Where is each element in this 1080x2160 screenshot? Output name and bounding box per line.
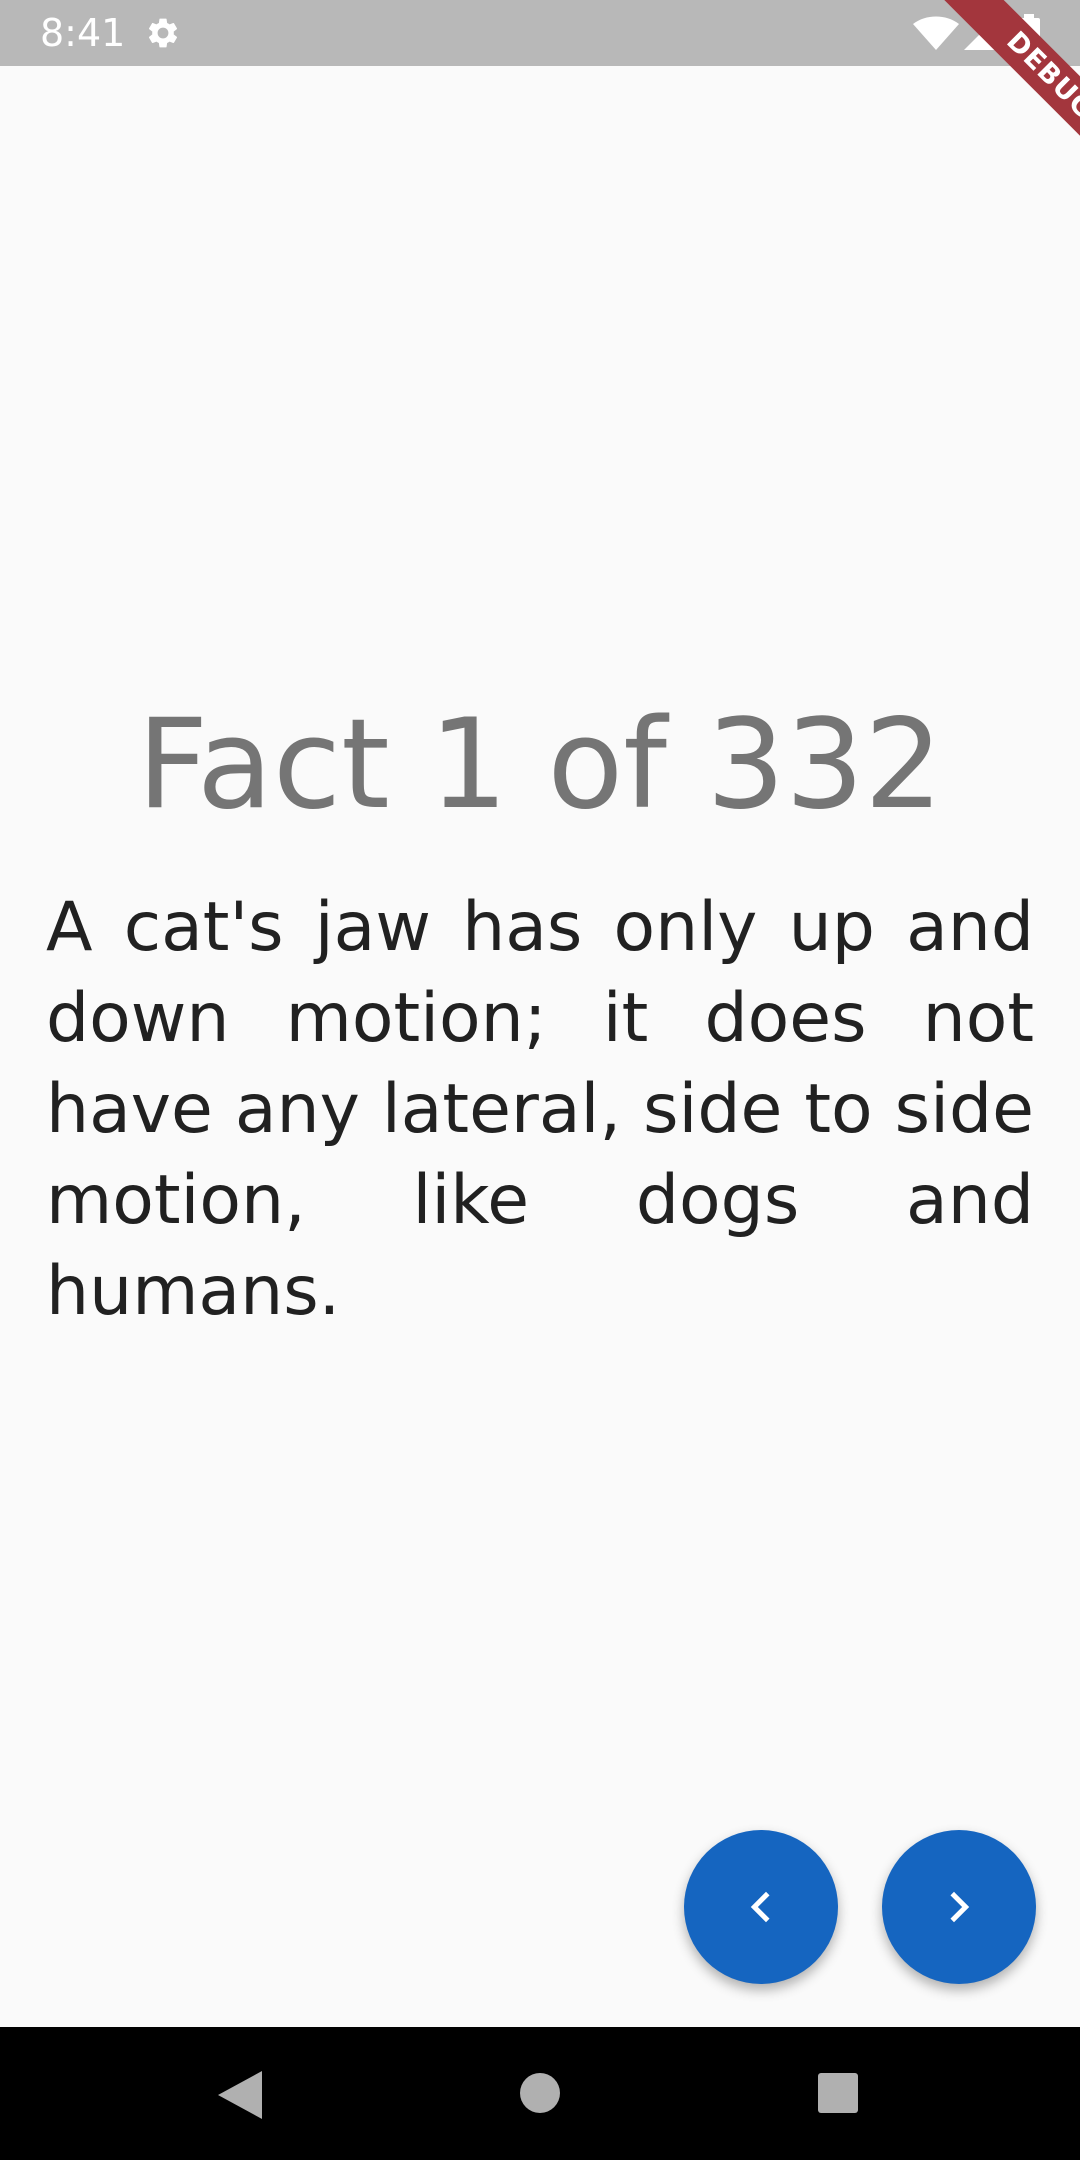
navigation-bar: [0, 2027, 1080, 2160]
recents-icon[interactable]: [818, 2073, 858, 2113]
chevron-right-icon: [950, 1891, 970, 1923]
wifi-icon: [913, 16, 959, 50]
home-icon[interactable]: [520, 2073, 560, 2113]
app-screen: 8:41 DEBUG Fact 1 of 332 A cat's jaw has…: [0, 0, 1080, 2160]
status-time: 8:41: [40, 11, 126, 55]
gear-icon: [148, 18, 178, 48]
next-fact-button[interactable]: [882, 1830, 1036, 1984]
fact-counter-title: Fact 1 of 332: [136, 693, 944, 837]
chevron-left-icon: [750, 1891, 770, 1923]
previous-fact-button[interactable]: [684, 1830, 838, 1984]
back-icon[interactable]: [218, 2071, 262, 2119]
status-bar: 8:41: [0, 0, 1080, 66]
fact-text: A cat's jaw has only up and down motion;…: [46, 888, 1034, 1331]
